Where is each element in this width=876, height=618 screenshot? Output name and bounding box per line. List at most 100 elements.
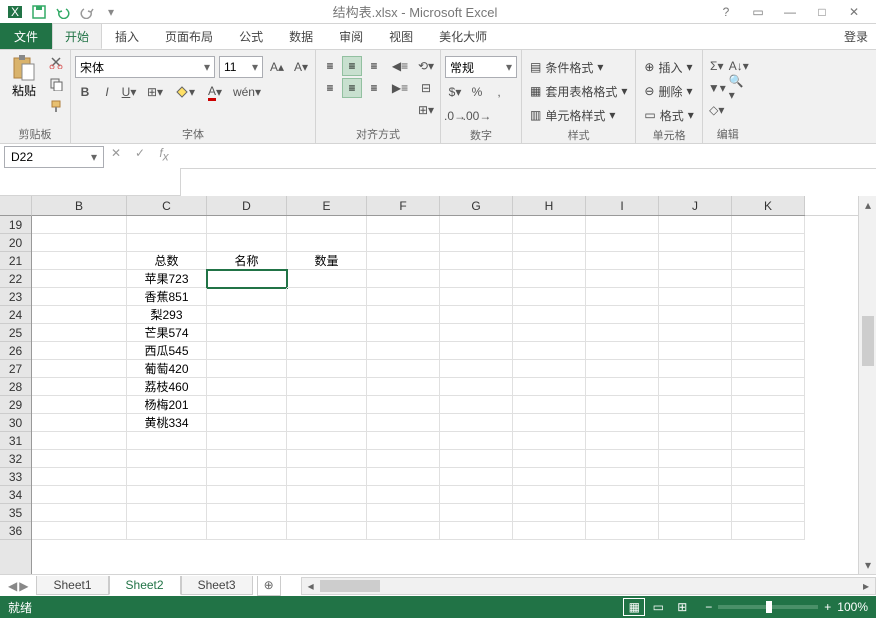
cell[interactable] [32,414,127,432]
login-link[interactable]: 登录 [836,24,876,49]
clear-icon[interactable]: ◇▾ [707,100,727,120]
cell[interactable] [586,288,659,306]
zoom-out-button[interactable]: − [705,600,712,614]
cell[interactable] [32,468,127,486]
cell[interactable] [367,306,440,324]
cell[interactable] [513,342,586,360]
cell[interactable] [659,234,732,252]
font-name-select[interactable]: 宋体▾ [75,56,215,78]
cell[interactable]: 名称 [207,252,287,270]
row-header[interactable]: 31 [0,432,31,450]
cell-styles-button[interactable]: ▥单元格样式▾ [526,104,619,126]
cell[interactable] [659,396,732,414]
merge-cells-icon[interactable]: ⊞▾ [416,100,436,120]
cell[interactable] [732,486,805,504]
cell[interactable] [127,486,207,504]
cell[interactable] [207,450,287,468]
cell[interactable] [207,486,287,504]
cell[interactable] [367,252,440,270]
cell[interactable] [586,396,659,414]
cell[interactable] [513,468,586,486]
scroll-left-icon[interactable]: ◂ [302,579,320,593]
cell[interactable] [127,522,207,540]
cell[interactable] [207,216,287,234]
cell[interactable] [287,468,367,486]
row-header[interactable]: 30 [0,414,31,432]
select-all-corner[interactable] [0,196,32,216]
cell[interactable] [732,414,805,432]
normal-view-icon[interactable]: ▦ [623,598,645,616]
cell[interactable] [287,432,367,450]
cell[interactable] [513,432,586,450]
cell[interactable] [732,288,805,306]
cell[interactable] [586,486,659,504]
cell[interactable] [513,252,586,270]
save-icon[interactable] [30,3,48,21]
cell[interactable] [732,522,805,540]
cell[interactable] [287,396,367,414]
cell[interactable] [207,378,287,396]
cell[interactable] [127,450,207,468]
align-right-icon[interactable]: ≡ [364,78,384,98]
phonetic-button[interactable]: wén▾ [231,82,263,102]
cell[interactable] [659,342,732,360]
cell[interactable] [207,360,287,378]
bold-button[interactable]: B [75,82,95,102]
undo-icon[interactable] [54,3,72,21]
column-header[interactable]: J [659,196,732,215]
cell[interactable] [440,432,513,450]
fx-icon[interactable]: fx [152,146,176,163]
increase-indent-icon[interactable]: ▶≡ [390,78,410,98]
cell[interactable] [659,306,732,324]
row-header[interactable]: 33 [0,468,31,486]
cell[interactable] [732,432,805,450]
format-cells-button[interactable]: ▭格式▾ [640,104,697,126]
cell[interactable] [440,450,513,468]
cell[interactable] [32,342,127,360]
align-left-icon[interactable]: ≡ [320,78,340,98]
cell[interactable] [207,234,287,252]
cell[interactable] [513,450,586,468]
cell[interactable] [732,234,805,252]
row-header[interactable]: 24 [0,306,31,324]
row-header[interactable]: 28 [0,378,31,396]
number-format-select[interactable]: 常规▾ [445,56,517,78]
row-header[interactable]: 35 [0,504,31,522]
cell[interactable] [659,468,732,486]
cell[interactable] [367,432,440,450]
cell[interactable]: 芒果574 [127,324,207,342]
cell[interactable] [287,378,367,396]
page-break-view-icon[interactable]: ⊞ [671,598,693,616]
cell[interactable] [732,450,805,468]
cell[interactable] [732,216,805,234]
cell[interactable] [586,432,659,450]
cell[interactable] [207,396,287,414]
cell[interactable] [287,270,367,288]
help-icon[interactable]: ? [714,2,738,22]
table-format-button[interactable]: ▦套用表格格式▾ [526,80,631,102]
cell[interactable] [440,468,513,486]
close-icon[interactable]: ✕ [842,2,866,22]
find-icon[interactable]: 🔍▾ [729,78,749,98]
layout-tab[interactable]: 页面布局 [152,23,226,49]
column-header[interactable]: I [586,196,659,215]
row-header[interactable]: 19 [0,216,31,234]
fill-icon[interactable]: ▼▾ [707,78,727,98]
row-header[interactable]: 23 [0,288,31,306]
fill-color-button[interactable]: ▾ [171,82,199,102]
cell[interactable] [207,324,287,342]
format-painter-icon[interactable] [46,96,66,116]
cell[interactable] [367,342,440,360]
cell[interactable] [659,216,732,234]
cell[interactable] [513,486,586,504]
cell[interactable] [127,432,207,450]
cell[interactable] [440,234,513,252]
cell[interactable] [586,468,659,486]
sheet-nav-next-icon[interactable]: ▶ [19,579,28,593]
align-top-icon[interactable]: ≡ [320,56,340,76]
cell[interactable] [127,504,207,522]
cell[interactable] [287,234,367,252]
cell[interactable] [586,504,659,522]
cell[interactable] [586,270,659,288]
cell[interactable]: 苹果723 [127,270,207,288]
